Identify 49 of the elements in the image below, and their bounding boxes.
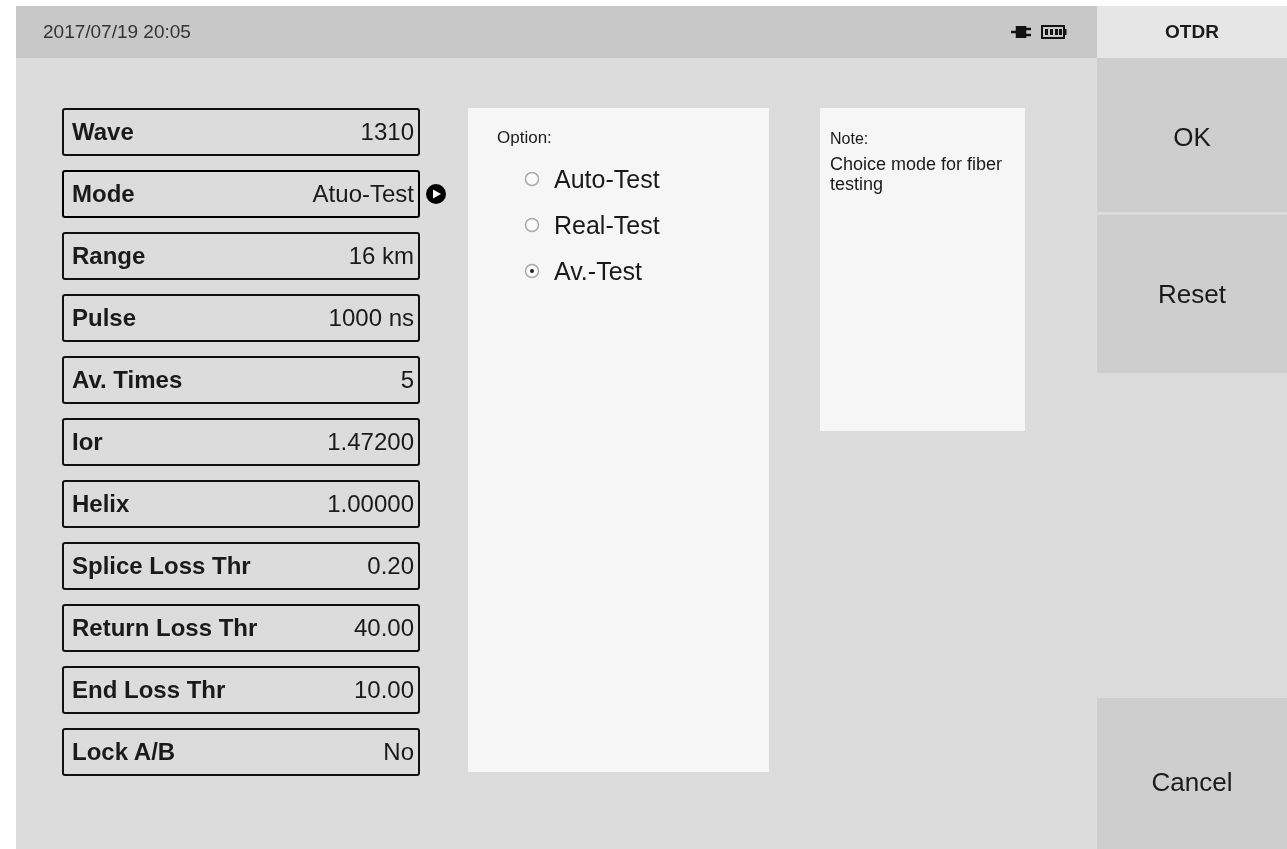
parameter-name: Lock A/B: [72, 738, 176, 766]
ok-button[interactable]: OK: [1097, 58, 1287, 212]
parameter-name: Mode: [72, 180, 135, 208]
parameter-value: 1000 ns: [328, 304, 414, 332]
parameter-name: Return Loss Thr: [72, 614, 258, 642]
parameter-row[interactable]: Ior 1.47200: [62, 418, 420, 466]
parameter-value: 0.20: [367, 552, 414, 580]
parameter-row[interactable]: Helix 1.00000: [62, 480, 420, 528]
parameter-value: No: [383, 738, 414, 766]
parameter-name: Wave: [72, 118, 134, 146]
parameter-row[interactable]: Splice Loss Thr 0.20: [62, 542, 420, 590]
parameter-value: 1.00000: [327, 490, 414, 518]
parameter-value: 10.00: [353, 676, 414, 704]
parameter-row[interactable]: Return Loss Thr 40.00: [62, 604, 420, 652]
parameter-value: Atuo-Test: [312, 180, 414, 208]
parameter-row[interactable]: Pulse 1000 ns: [62, 294, 420, 342]
option-label[interactable]: Real-Test: [554, 210, 660, 240]
parameter-value: 1310: [360, 118, 414, 146]
note-text: Choice mode for fiber testing: [830, 154, 1004, 194]
parameter-row[interactable]: Range 16 km: [62, 232, 420, 280]
plug-icon: [1011, 26, 1033, 38]
parameter-name: Ior: [72, 428, 103, 456]
parameter-name: Splice Loss Thr: [72, 552, 251, 580]
parameter-name: Av. Times: [72, 366, 183, 394]
radio-button[interactable]: [524, 217, 540, 233]
parameter-name: Pulse: [72, 304, 137, 332]
parameter-name: Range: [72, 242, 146, 270]
parameter-row[interactable]: Lock A/B No: [62, 728, 420, 776]
parameter-row[interactable]: Mode Atuo-Test: [62, 170, 420, 218]
parameter-value: 1.47200: [327, 428, 414, 456]
battery-icon: [1041, 25, 1067, 39]
mode-title: OTDR: [1165, 21, 1219, 43]
option-label[interactable]: Av.-Test: [554, 256, 642, 286]
radio-button[interactable]: [524, 263, 540, 279]
parameter-name: End Loss Thr: [72, 676, 226, 704]
cancel-button[interactable]: Cancel: [1097, 698, 1287, 849]
radio-button[interactable]: [524, 171, 540, 187]
parameter-value: 5: [400, 366, 414, 394]
date-time: 2017/07/19 20:05: [43, 21, 192, 43]
parameter-row[interactable]: End Loss Thr 10.00: [62, 666, 420, 714]
option-title: Option:: [497, 128, 552, 148]
parameter-row[interactable]: Av. Times 5: [62, 356, 420, 404]
parameter-name: Helix: [72, 490, 130, 518]
option-label[interactable]: Auto-Test: [554, 164, 660, 194]
parameter-value: 40.00: [353, 614, 414, 642]
parameter-value: 16 km: [348, 242, 414, 270]
reset-button[interactable]: Reset: [1097, 215, 1287, 373]
parameter-row[interactable]: Wave 1310: [62, 108, 420, 156]
note-title: Note:: [830, 130, 870, 148]
